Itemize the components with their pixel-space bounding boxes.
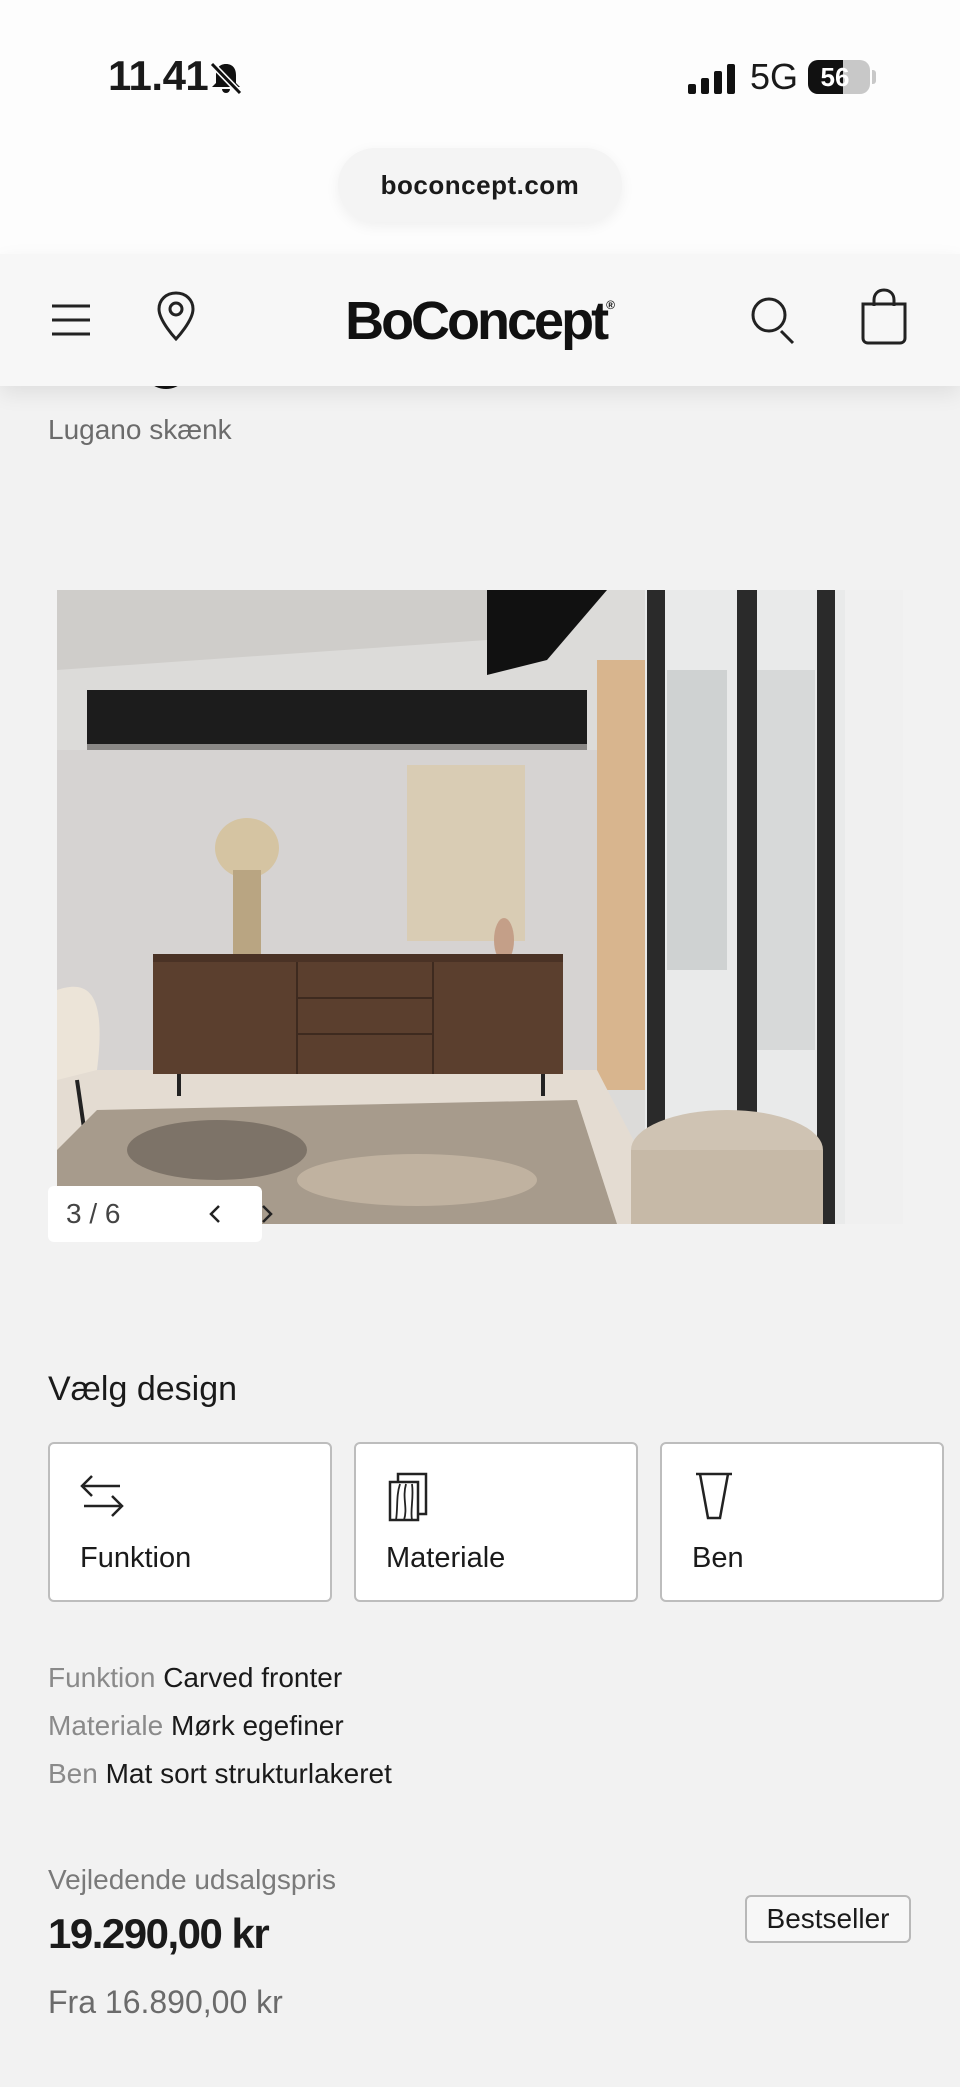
spec-value: Carved fronter [163,1662,343,1693]
price-from: Fra 16.890,00 kr [48,1984,283,2020]
chevron-left-icon[interactable] [204,1202,228,1226]
product-gallery-image[interactable] [57,590,903,1224]
product-photo [57,590,903,1224]
chevron-right-icon[interactable] [254,1202,278,1226]
network-type: 5G [750,56,799,97]
spec-key: Funktion [48,1662,156,1693]
design-option-funktion[interactable]: Funktion [48,1442,332,1602]
gallery-pager: 3 / 6 [48,1186,273,1242]
spec-key: Ben [48,1758,98,1789]
registered-mark: ® [606,298,615,312]
design-option-label: Materiale [386,1542,506,1574]
spec-value: Mørk egefiner [170,1710,344,1741]
status-time: 11.41 [108,52,209,99]
bestseller-badge: Bestseller [745,1895,911,1943]
product-subtitle: Lugano skænk [48,414,232,445]
gallery-counter: 3 / 6 [66,1198,121,1229]
battery-percent: 56 [820,62,850,92]
material-swatch-icon [388,1472,428,1522]
brand-logo-text: BoConcept [345,291,609,351]
spec-row-materiale: Materiale Mørk egefiner [48,1710,344,1742]
design-option-label: Ben [692,1542,744,1574]
bell-muted-icon [209,61,243,96]
spec-row-funktion: Funktion Carved fronter [48,1662,342,1694]
url-bar[interactable]: boconcept.com [338,148,622,222]
shopping-bag-icon[interactable] [858,288,910,346]
battery-tip [872,70,876,84]
battery-icon: 56 [808,60,870,94]
spec-value: Mat sort strukturlakeret [105,1758,392,1789]
site-header: BoConcept® [0,254,960,386]
design-option-label: Funktion [80,1542,192,1574]
leg-icon [696,1472,732,1520]
design-option-ben[interactable]: Ben [660,1442,944,1602]
design-heading: Vælg design [48,1370,238,1408]
status-bar: 11.41 5G 56 [0,0,960,150]
price: 19.290,00 kr [48,1910,270,1957]
swap-arrows-icon [80,1475,124,1517]
search-icon[interactable] [748,294,800,346]
spec-row-ben: Ben Mat sort strukturlakeret [48,1758,392,1790]
brand-logo[interactable]: BoConcept® [0,290,960,352]
design-option-materiale[interactable]: Materiale [354,1442,638,1602]
price-label: Vejledende udsalgspris [48,1864,336,1895]
signal-icon [688,64,735,94]
spec-key: Materiale [48,1710,164,1741]
